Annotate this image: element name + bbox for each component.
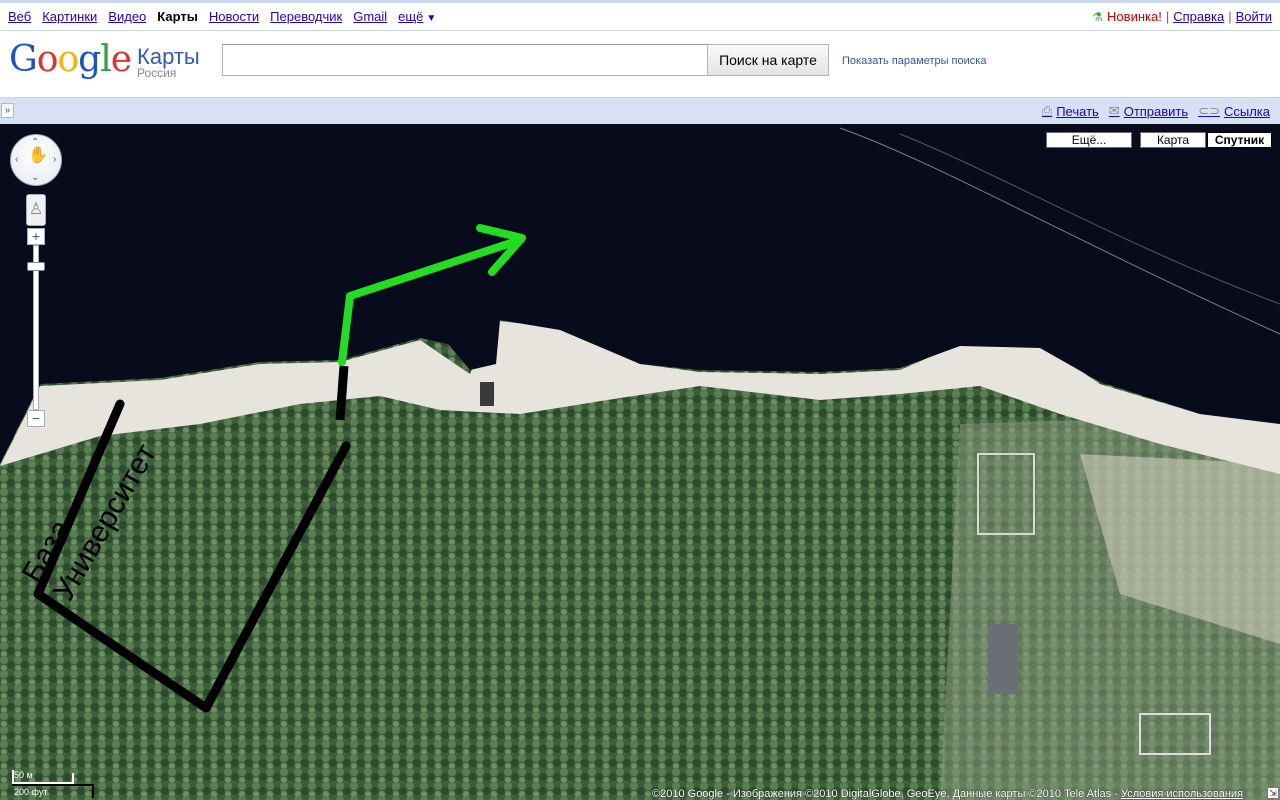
send-label: Отправить bbox=[1123, 103, 1189, 119]
gbar-link-video[interactable]: Видео bbox=[108, 9, 146, 24]
new-feature-link[interactable]: Новинка! bbox=[1107, 9, 1162, 24]
pegman-icon[interactable]: ♙ bbox=[26, 194, 46, 226]
terms-link[interactable]: Условия использования bbox=[1121, 788, 1243, 800]
map-toolbar: » ⎙ Печать ✉ Отправить ⊂⊃ Ссылка bbox=[0, 97, 1280, 124]
gbar-link-translate[interactable]: Переводчик bbox=[270, 9, 342, 24]
copyright-text: ©2010 Google - Изображения ©2010 Digital… bbox=[652, 788, 1121, 800]
map-type-more-button[interactable]: Ещё... bbox=[1046, 132, 1132, 148]
zoom-in-button[interactable]: + bbox=[27, 228, 45, 245]
search-button[interactable]: Поиск на карте bbox=[707, 44, 829, 76]
zoom-slider-thumb[interactable] bbox=[27, 262, 45, 271]
zoom-out-button[interactable]: − bbox=[27, 410, 45, 427]
scale-bar: 50 м 200 фут bbox=[8, 770, 94, 800]
chevron-down-icon[interactable]: ⌄ bbox=[31, 173, 39, 183]
link-label: Ссылка bbox=[1223, 103, 1270, 119]
google-maps-logo[interactable]: Google Карты Россия bbox=[9, 39, 200, 80]
scale-imperial-label: 200 фут bbox=[14, 787, 48, 797]
building bbox=[988, 624, 1018, 694]
login-link[interactable]: Войти bbox=[1236, 9, 1272, 24]
search-options-link[interactable]: Показать параметры поиска bbox=[842, 55, 986, 67]
scale-bar-imperial bbox=[12, 784, 94, 786]
map-type-map-button[interactable]: Карта bbox=[1140, 132, 1206, 148]
path-line bbox=[335, 365, 349, 421]
header: Google Карты Россия Поиск на карте Показ… bbox=[0, 31, 1280, 97]
logo-product: Карты Россия bbox=[137, 44, 200, 80]
google-bar-right: ⚗ Новинка! | Справка | Войти bbox=[1092, 9, 1272, 24]
search-input[interactable] bbox=[222, 44, 708, 76]
gbar-link-web[interactable]: Веб bbox=[8, 9, 31, 24]
gbar-link-more[interactable]: ещё bbox=[398, 9, 423, 24]
gbar-link-maps-current: Карты bbox=[157, 9, 198, 24]
scale-tick bbox=[92, 784, 94, 798]
chevron-right-icon[interactable]: › bbox=[53, 155, 56, 165]
map-type-satellite-button[interactable]: Спутник bbox=[1207, 132, 1272, 148]
gbar-link-gmail[interactable]: Gmail bbox=[353, 9, 387, 24]
pan-control[interactable]: ⌃ ‹ ✋ › ⌄ bbox=[10, 134, 62, 186]
google-bar: Веб Картинки Видео Карты Новости Перевод… bbox=[0, 0, 1280, 30]
gbar-link-news[interactable]: Новости bbox=[209, 9, 259, 24]
logo-wordmark: Google bbox=[9, 39, 132, 80]
chevron-down-icon: ▼ bbox=[426, 13, 437, 24]
resize-corner-icon[interactable]: ⇲ bbox=[1267, 787, 1279, 799]
flask-icon: ⚗ bbox=[1092, 9, 1104, 24]
send-button[interactable]: ✉ Отправить bbox=[1109, 103, 1188, 119]
building bbox=[480, 382, 494, 406]
print-button[interactable]: ⎙ Печать bbox=[1042, 103, 1099, 119]
printer-icon: ⎙ bbox=[1041, 103, 1053, 118]
satellite-imagery[interactable] bbox=[0, 124, 1280, 800]
hand-icon: ✋ bbox=[28, 147, 48, 164]
expand-panel-button[interactable]: » bbox=[1, 103, 14, 118]
logo-product-name: Карты bbox=[137, 44, 200, 69]
gbar-link-images[interactable]: Картинки bbox=[42, 9, 97, 24]
scale-metric-label: 50 м bbox=[14, 770, 33, 780]
envelope-icon: ✉ bbox=[1108, 103, 1120, 118]
help-link[interactable]: Справка bbox=[1173, 9, 1224, 24]
chevron-left-icon[interactable]: ‹ bbox=[15, 155, 18, 165]
toolbar-actions: ⎙ Печать ✉ Отправить ⊂⊃ Ссылка bbox=[1042, 103, 1270, 119]
separator: | bbox=[1165, 9, 1170, 24]
map-canvas[interactable]: База Университет Ещё... Карта Спутник ⌃ … bbox=[0, 124, 1280, 800]
gbar-more-menu[interactable]: ещё ▼ bbox=[398, 9, 436, 24]
chain-link-icon: ⊂⊃ bbox=[1198, 103, 1220, 118]
google-bar-links: Веб Картинки Видео Карты Новости Перевод… bbox=[8, 9, 436, 24]
print-label: Печать bbox=[1056, 103, 1099, 119]
separator: | bbox=[1228, 9, 1232, 24]
link-button[interactable]: ⊂⊃ Ссылка bbox=[1198, 103, 1270, 119]
scale-tick bbox=[72, 773, 74, 784]
copyright-notice: ©2010 Google - Изображения ©2010 Digital… bbox=[652, 788, 1243, 800]
